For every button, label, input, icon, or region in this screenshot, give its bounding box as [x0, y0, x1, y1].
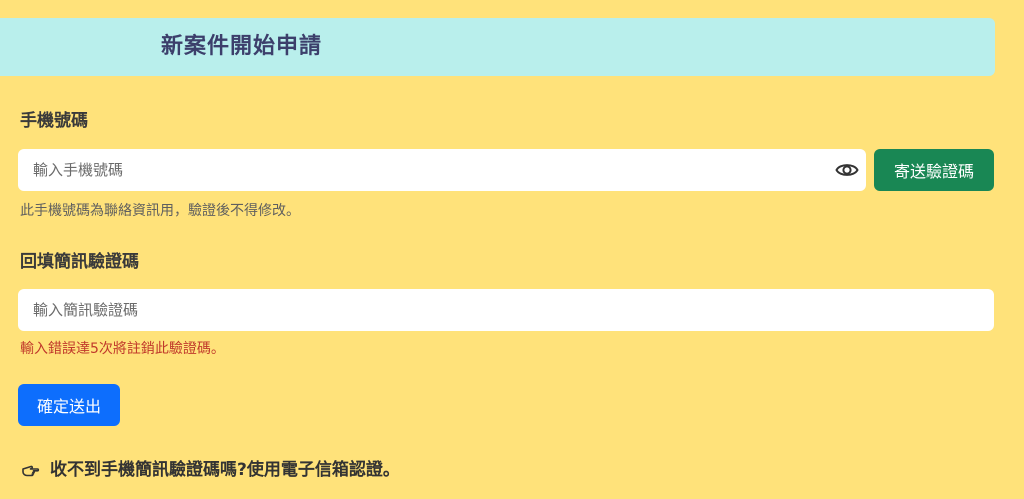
sms-code-input[interactable] [18, 288, 994, 332]
phone-input[interactable] [18, 148, 866, 192]
phone-help-text: 此手機號碼為聯絡資訊用，驗證後不得修改。 [20, 203, 300, 219]
page-title: 新案件開始申請 [161, 34, 323, 59]
email-verification-link[interactable]: 收不到手機簡訊驗證碼嗎?使用電子信箱認證。 [20, 458, 400, 482]
sms-code-input-group [18, 288, 994, 332]
sms-code-warning: 輸入錯誤達5次將註銷此驗證碼。 [20, 341, 225, 357]
eye-icon[interactable] [834, 158, 860, 182]
submit-button[interactable]: 確定送出 [18, 384, 120, 426]
email-verification-text: 收不到手機簡訊驗證碼嗎?使用電子信箱認證。 [50, 460, 400, 480]
phone-input-group [18, 148, 866, 192]
send-code-button[interactable]: 寄送驗證碼 [874, 149, 994, 191]
phone-label: 手機號碼 [20, 111, 88, 131]
pointing-hand-icon [20, 459, 42, 481]
page-header: 新案件開始申請 [0, 18, 995, 76]
sms-code-label: 回填簡訊驗證碼 [20, 252, 139, 272]
